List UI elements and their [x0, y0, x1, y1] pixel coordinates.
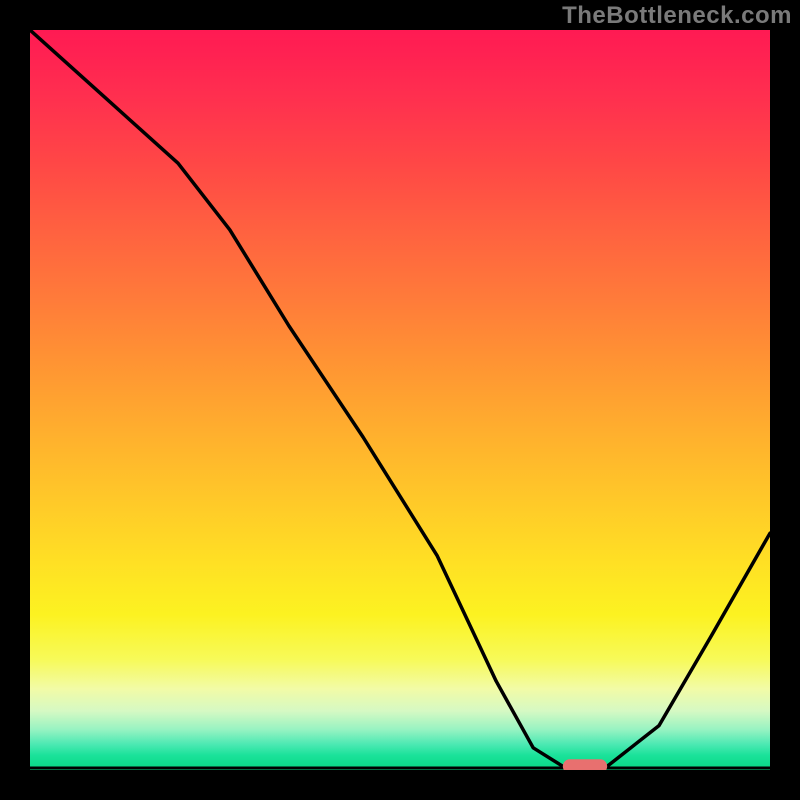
chart-plot-area — [30, 30, 770, 770]
bottleneck-curve-line — [30, 30, 770, 766]
watermark-label: TheBottleneck.com — [562, 2, 792, 30]
chart-svg — [30, 30, 770, 770]
optimal-target-marker — [563, 759, 607, 770]
